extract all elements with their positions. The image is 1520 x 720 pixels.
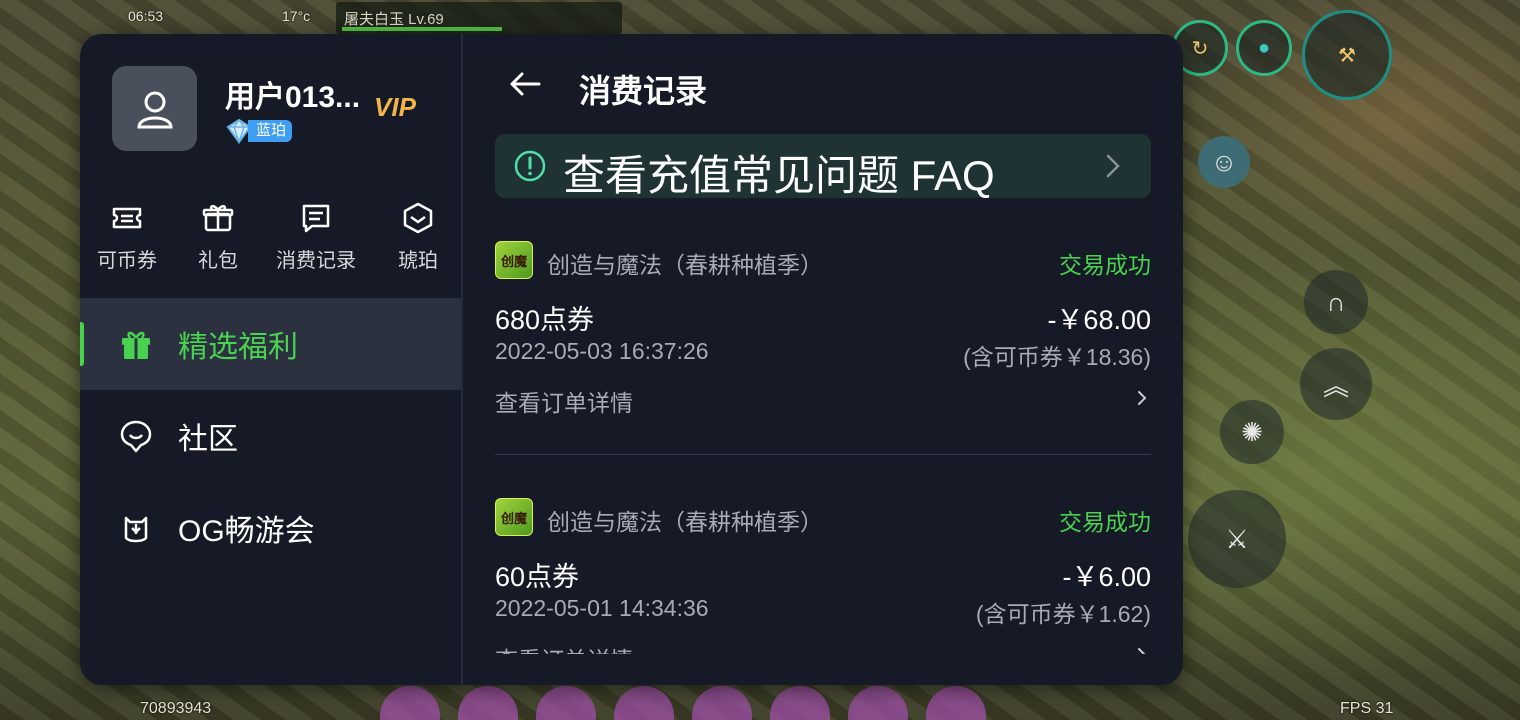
boss-name: 屠夫白玉 Lv.69 bbox=[344, 11, 444, 28]
info-icon bbox=[514, 150, 546, 182]
hotbar[interactable] bbox=[380, 686, 1080, 720]
game-name: 创造与魔法（春耕种植季） bbox=[547, 509, 823, 535]
status-badge: 交易成功 bbox=[1059, 509, 1151, 535]
coupon-deduction: (含可币券￥18.36) bbox=[963, 344, 1151, 370]
quick-action-gift[interactable]: 礼包 bbox=[198, 200, 238, 273]
username[interactable]: 用户013... bbox=[225, 72, 360, 116]
chevron-right-icon[interactable] bbox=[1137, 390, 1147, 406]
boss-health-bar: 屠夫白玉 Lv.69 bbox=[336, 2, 622, 34]
skill-icon[interactable]: ✺ bbox=[1220, 400, 1284, 464]
gift-box-icon bbox=[122, 331, 150, 359]
vip-badge: VIP bbox=[374, 92, 416, 122]
item-name: 680点券 bbox=[495, 305, 595, 335]
quick-action-label: 琥珀 bbox=[398, 250, 438, 272]
gift-icon bbox=[202, 205, 234, 232]
member-level-badge[interactable]: 蓝珀 bbox=[226, 118, 293, 144]
game-app-icon: 创魔 bbox=[495, 241, 533, 279]
ticket-icon bbox=[112, 207, 142, 229]
jump-icon[interactable]: ︽ bbox=[1300, 348, 1372, 420]
tool-hammer-icon[interactable]: ⚒ bbox=[1302, 10, 1392, 100]
item-name: 60点券 bbox=[495, 562, 580, 592]
sidebar-item-label: 社区 bbox=[178, 423, 238, 456]
sidebar-item-label: OG畅游会 bbox=[178, 515, 315, 548]
user-silhouette-icon bbox=[136, 91, 173, 128]
order-time: 2022-05-01 14:34:36 bbox=[495, 595, 709, 621]
coupon-deduction: (含可币券￥1.62) bbox=[975, 601, 1151, 627]
game-name: 创造与魔法（春耕种植季） bbox=[547, 252, 823, 278]
attack-sword-icon[interactable]: ⚔ bbox=[1188, 490, 1286, 588]
view-order-detail-link[interactable]: 查看订单详情 bbox=[495, 641, 633, 654]
badge-label: 蓝珀 bbox=[248, 120, 293, 142]
game-app-icon: 创魔 bbox=[495, 498, 533, 536]
status-badge: 交易成功 bbox=[1059, 252, 1151, 278]
sidebar-item-og-club[interactable]: OG畅游会 bbox=[80, 482, 461, 574]
order-list[interactable]: 创魔 创造与魔法（春耕种植季） 交易成功 680点券 -￥68.00 2022-… bbox=[495, 234, 1151, 654]
quick-action-coupon[interactable]: 可币券 bbox=[97, 200, 157, 273]
game-temperature: 17°c bbox=[282, 8, 311, 24]
chevron-right-icon bbox=[1106, 154, 1120, 178]
order-time: 2022-05-03 16:37:26 bbox=[495, 338, 709, 364]
quick-action-records[interactable]: 消费记录 bbox=[276, 200, 356, 273]
game-clock: 06:53 bbox=[128, 8, 164, 24]
sidebar-item-community[interactable]: 社区 bbox=[80, 390, 461, 482]
chevron-right-icon[interactable] bbox=[1137, 647, 1147, 654]
chat-bubble-icon bbox=[120, 420, 152, 453]
sidebar-item-featured-benefits[interactable]: 精选福利 bbox=[80, 298, 461, 390]
quick-action-label: 消费记录 bbox=[276, 250, 356, 272]
content-area: 消费记录 查看充值常见问题 FAQ 创魔 创造与魔法（春耕种植季） 交易成功 6… bbox=[463, 34, 1183, 685]
order-amount: -￥6.00 bbox=[1062, 562, 1151, 592]
boss-hp-fill bbox=[342, 27, 502, 31]
player-id: 70893943 bbox=[140, 700, 212, 717]
back-arrow-icon[interactable] bbox=[507, 66, 543, 102]
order-card[interactable]: 创魔 创造与魔法（春耕种植季） 交易成功 60点券 -￥6.00 2022-05… bbox=[495, 491, 1151, 654]
mount-icon[interactable]: ∩ bbox=[1304, 270, 1368, 334]
quick-action-label: 可币券 bbox=[97, 250, 157, 272]
faq-text: 查看充值常见问题 FAQ bbox=[563, 152, 995, 199]
chat-icon[interactable]: ☺ bbox=[1198, 136, 1250, 188]
amber-icon bbox=[403, 202, 433, 234]
sidebar: 用户013... VIP 蓝珀 可币券 礼包 消费记录 琥珀 精选福利 社区 O… bbox=[80, 34, 463, 685]
og-club-icon bbox=[124, 516, 148, 543]
receipt-icon bbox=[302, 204, 330, 233]
page-title: 消费记录 bbox=[579, 73, 708, 109]
order-amount: -￥68.00 bbox=[1047, 305, 1151, 335]
fps-counter: FPS 31 bbox=[1340, 700, 1394, 717]
divider bbox=[495, 454, 1151, 455]
quick-action-label: 礼包 bbox=[198, 250, 238, 272]
order-card[interactable]: 创魔 创造与魔法（春耕种植季） 交易成功 680点券 -￥68.00 2022-… bbox=[495, 234, 1151, 455]
user-center-panel: 用户013... VIP 蓝珀 可币券 礼包 消费记录 琥珀 精选福利 社区 O… bbox=[80, 34, 1183, 685]
water-icon[interactable]: ● bbox=[1236, 20, 1292, 76]
faq-banner[interactable]: 查看充值常见问题 FAQ bbox=[495, 134, 1151, 199]
quick-action-amber[interactable]: 琥珀 bbox=[398, 200, 438, 273]
avatar[interactable] bbox=[112, 66, 197, 151]
view-order-detail-link[interactable]: 查看订单详情 bbox=[495, 384, 633, 418]
sidebar-item-label: 精选福利 bbox=[178, 331, 298, 364]
